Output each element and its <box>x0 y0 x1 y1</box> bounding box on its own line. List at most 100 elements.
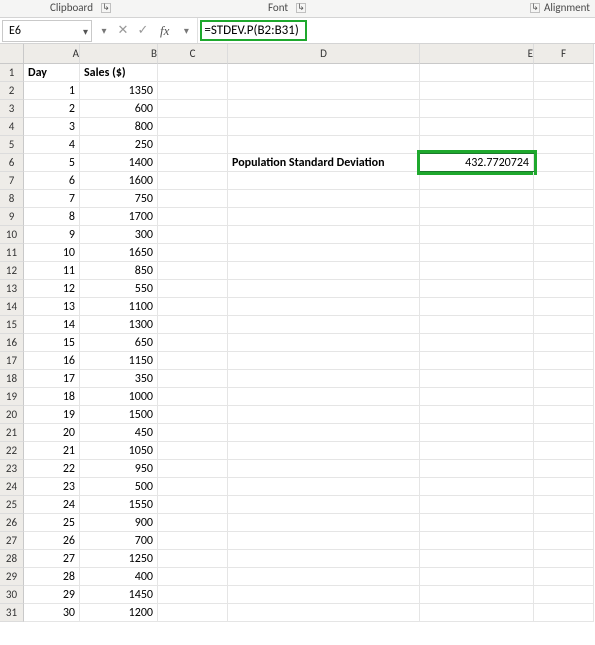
cell[interactable] <box>534 604 594 622</box>
cell[interactable] <box>228 208 420 226</box>
chevron-down-icon[interactable]: ▾ <box>177 22 195 40</box>
cell[interactable] <box>158 442 228 460</box>
cell[interactable]: 28 <box>24 568 80 586</box>
cell[interactable]: 30 <box>24 604 80 622</box>
row-header[interactable]: 6 <box>0 154 24 172</box>
cell[interactable] <box>420 424 534 442</box>
col-header-A[interactable]: A <box>24 44 80 64</box>
cell[interactable]: 1200 <box>80 604 158 622</box>
cell[interactable]: 3 <box>24 118 80 136</box>
cell[interactable] <box>534 586 594 604</box>
row-header[interactable]: 26 <box>0 514 24 532</box>
cell[interactable]: 12 <box>24 280 80 298</box>
cell[interactable]: 950 <box>80 460 158 478</box>
cell[interactable]: 350 <box>80 370 158 388</box>
cell[interactable]: 1400 <box>80 154 158 172</box>
cell[interactable] <box>228 64 420 82</box>
cell[interactable] <box>228 514 420 532</box>
cell[interactable] <box>420 244 534 262</box>
cell[interactable] <box>228 586 420 604</box>
cell[interactable] <box>158 388 228 406</box>
cell[interactable] <box>420 406 534 424</box>
cell[interactable] <box>420 190 534 208</box>
cell[interactable] <box>420 100 534 118</box>
col-header-B[interactable]: B <box>80 44 158 64</box>
cell[interactable] <box>228 478 420 496</box>
cell[interactable] <box>420 460 534 478</box>
cell[interactable] <box>228 316 420 334</box>
cell[interactable]: Sales ($) <box>80 64 158 82</box>
cell[interactable]: 1000 <box>80 388 158 406</box>
row-header[interactable]: 21 <box>0 424 24 442</box>
cell[interactable] <box>158 154 228 172</box>
cell[interactable] <box>420 604 534 622</box>
cell[interactable]: 5 <box>24 154 80 172</box>
cell[interactable] <box>420 226 534 244</box>
cell[interactable]: 1250 <box>80 550 158 568</box>
cell[interactable] <box>158 514 228 532</box>
row-header[interactable]: 19 <box>0 388 24 406</box>
cell[interactable]: 14 <box>24 316 80 334</box>
row-header[interactable]: 20 <box>0 406 24 424</box>
row-header[interactable]: 25 <box>0 496 24 514</box>
cell[interactable] <box>420 388 534 406</box>
row-header[interactable]: 13 <box>0 280 24 298</box>
row-header[interactable]: 8 <box>0 190 24 208</box>
cell[interactable] <box>228 550 420 568</box>
select-all-corner[interactable] <box>0 44 24 64</box>
cell[interactable] <box>534 496 594 514</box>
cell[interactable] <box>228 262 420 280</box>
cell[interactable] <box>534 154 594 172</box>
cell[interactable] <box>158 352 228 370</box>
cell[interactable] <box>158 262 228 280</box>
row-header[interactable]: 18 <box>0 370 24 388</box>
cell[interactable] <box>420 64 534 82</box>
cell[interactable]: 2 <box>24 100 80 118</box>
cell[interactable] <box>420 586 534 604</box>
row-header[interactable]: 15 <box>0 316 24 334</box>
row-header[interactable]: 28 <box>0 550 24 568</box>
dialog-launcher-icon[interactable]: ↳ <box>530 3 540 13</box>
cell[interactable] <box>158 136 228 154</box>
cell[interactable]: 22 <box>24 460 80 478</box>
row-header[interactable]: 22 <box>0 442 24 460</box>
dialog-launcher-icon[interactable]: ↳ <box>101 3 111 13</box>
cell[interactable]: 21 <box>24 442 80 460</box>
row-header[interactable]: 29 <box>0 568 24 586</box>
row-header[interactable]: 9 <box>0 208 24 226</box>
cell[interactable] <box>228 352 420 370</box>
cell[interactable] <box>534 460 594 478</box>
row-header[interactable]: 24 <box>0 478 24 496</box>
cell[interactable] <box>420 514 534 532</box>
cell[interactable] <box>228 442 420 460</box>
cell[interactable] <box>158 280 228 298</box>
cell[interactable] <box>158 550 228 568</box>
cell[interactable] <box>228 532 420 550</box>
cell[interactable] <box>158 586 228 604</box>
cell[interactable] <box>158 568 228 586</box>
cell[interactable] <box>158 496 228 514</box>
cell[interactable] <box>534 100 594 118</box>
cell[interactable]: Day <box>24 64 80 82</box>
cell[interactable] <box>228 496 420 514</box>
cell[interactable]: 1300 <box>80 316 158 334</box>
cell[interactable] <box>158 406 228 424</box>
cell[interactable] <box>228 334 420 352</box>
cell[interactable] <box>534 568 594 586</box>
cell[interactable] <box>534 316 594 334</box>
cell[interactable] <box>534 334 594 352</box>
cell[interactable]: 26 <box>24 532 80 550</box>
cell[interactable]: 1 <box>24 82 80 100</box>
cell[interactable]: 800 <box>80 118 158 136</box>
cell[interactable] <box>158 532 228 550</box>
cell[interactable] <box>158 82 228 100</box>
dialog-launcher-icon[interactable]: ↳ <box>296 3 306 13</box>
row-header[interactable]: 1 <box>0 64 24 82</box>
cell[interactable]: 600 <box>80 100 158 118</box>
cell[interactable] <box>534 262 594 280</box>
row-header[interactable]: 12 <box>0 262 24 280</box>
cell[interactable] <box>534 550 594 568</box>
cell[interactable] <box>158 460 228 478</box>
cell[interactable] <box>228 370 420 388</box>
cell[interactable] <box>534 208 594 226</box>
